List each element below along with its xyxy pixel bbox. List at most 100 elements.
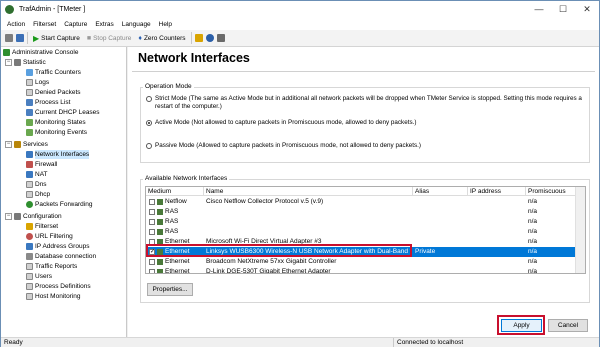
column-promiscuous[interactable]: Promiscuous [526, 187, 576, 196]
table-row[interactable]: Ethernet Broadcom NetXtreme 57xx Gigabit … [146, 257, 576, 267]
tree-item-firewall[interactable]: Firewall [26, 160, 57, 169]
table-row[interactable]: Netflow Cisco Netflow Collector Protocol … [146, 197, 576, 207]
tree-item-database-connection[interactable]: Database connection [26, 252, 96, 261]
interfaces-table: Medium Name Alias IP address Promiscuous… [145, 186, 586, 274]
cell-medium: Ethernet [165, 258, 190, 265]
interface-checkbox[interactable] [149, 229, 155, 235]
menu-filterset[interactable]: Filterset [33, 21, 56, 28]
menu-language[interactable]: Language [122, 21, 151, 28]
navigation-tree: Administrative Console − Statistic Traffi… [1, 47, 127, 337]
active-mode-radio[interactable] [146, 120, 152, 126]
info-icon[interactable] [216, 34, 225, 42]
console-icon[interactable] [5, 34, 13, 42]
tree-item-logs[interactable]: Logs [26, 78, 49, 87]
item-icon [26, 293, 33, 300]
tree-item-filterset[interactable]: Filterset [26, 222, 58, 231]
strict-mode-text-2: restart of the computer.) [155, 103, 222, 110]
menu-action[interactable]: Action [7, 21, 25, 28]
cancel-button[interactable]: Cancel [548, 319, 588, 332]
collapse-icon[interactable]: − [5, 141, 12, 148]
column-alias[interactable]: Alias [413, 187, 468, 196]
tree-item-dhcp-leases[interactable]: Current DHCP Leases [26, 108, 100, 117]
lock-icon[interactable] [194, 34, 203, 42]
tree-item-url-filtering[interactable]: URL Filtering [26, 232, 73, 241]
item-icon [26, 109, 33, 116]
item-icon [26, 69, 33, 76]
tree-item-dhcp[interactable]: Dhcp [26, 190, 50, 199]
cell-promiscuous: n/a [528, 238, 538, 245]
table-row[interactable]: Ethernet D-Link DGE-530T Gigabit Ethernet… [146, 267, 576, 274]
table-scrollbar[interactable] [575, 187, 585, 273]
tree-item-monitoring-events[interactable]: Monitoring Events [26, 128, 87, 137]
tree-item-ip-address-groups[interactable]: IP Address Groups [26, 242, 89, 251]
cell-promiscuous: n/a [528, 228, 538, 235]
menu-help[interactable]: Help [159, 21, 172, 28]
toolbar: ▶ Start Capture ■ Stop Capture ♦ Zero Co… [1, 30, 599, 47]
tree-item-users[interactable]: Users [26, 272, 52, 281]
tree-root[interactable]: Administrative Console [3, 48, 78, 57]
interface-checkbox[interactable] [149, 199, 155, 205]
cell-name: D-Link DGE-530T Gigabit Ethernet Adapter [206, 268, 331, 274]
maximize-button[interactable]: ☐ [551, 1, 575, 17]
toolbar-separator [27, 32, 28, 44]
interface-checkbox[interactable] [149, 219, 155, 225]
menu-extras[interactable]: Extras [95, 21, 113, 28]
tree-item-denied-packets[interactable]: Denied Packets [26, 88, 81, 97]
strict-mode-radio[interactable] [146, 96, 152, 102]
start-capture-label: Start Capture [41, 34, 80, 42]
tree-configuration[interactable]: − Configuration [5, 212, 62, 221]
interface-checkbox[interactable] [149, 269, 155, 273]
item-icon [26, 223, 33, 230]
cell-promiscuous: n/a [528, 258, 538, 265]
tree-item-process-definitions[interactable]: Process Definitions [26, 282, 91, 291]
tree-item-process-list[interactable]: Process List [26, 98, 70, 107]
network-icon [157, 199, 163, 205]
column-medium[interactable]: Medium [146, 187, 204, 196]
interface-checkbox[interactable] [149, 259, 155, 265]
tree-item-network-interfaces[interactable]: Network Interfaces [26, 150, 90, 159]
table-row[interactable]: RAS n/a [146, 207, 576, 217]
item-icon [26, 119, 33, 126]
cell-name: Cisco Netflow Collector Protocol v.5 (v.… [206, 198, 324, 205]
cell-promiscuous: n/a [528, 208, 538, 215]
toolbar-separator [190, 32, 192, 44]
tree-services[interactable]: − Services [5, 140, 48, 149]
globe-icon[interactable] [205, 34, 214, 42]
close-button[interactable]: ✕ [575, 1, 599, 17]
stop-capture-button[interactable]: ■ Stop Capture [85, 31, 134, 45]
services-icon [14, 141, 21, 148]
passive-mode-radio[interactable] [146, 143, 152, 149]
tree-item-nat[interactable]: NAT [26, 170, 48, 179]
cell-medium: Netflow [165, 198, 187, 205]
collapse-icon[interactable]: − [5, 59, 12, 66]
filter-icon[interactable] [16, 34, 24, 42]
item-icon [26, 191, 33, 198]
column-ip-address[interactable]: IP address [468, 187, 526, 196]
cell-medium: RAS [165, 218, 179, 225]
tree-item-traffic-reports[interactable]: Traffic Reports [26, 262, 77, 271]
interface-checkbox[interactable] [149, 209, 155, 215]
tree-statistic[interactable]: − Statistic [5, 58, 46, 67]
tree-item-monitoring-states[interactable]: Monitoring States [26, 118, 86, 127]
column-name[interactable]: Name [204, 187, 413, 196]
item-icon [26, 129, 33, 136]
item-icon [26, 283, 33, 290]
status-left: Ready [4, 339, 23, 346]
table-row[interactable]: RAS n/a [146, 227, 576, 237]
properties-button[interactable]: Properties... [147, 283, 193, 296]
cell-alias: Private [415, 248, 436, 255]
tree-item-host-monitoring[interactable]: Host Monitoring [26, 292, 81, 301]
collapse-icon[interactable]: − [5, 213, 12, 220]
tree-item-traffic-counters[interactable]: Traffic Counters [26, 68, 81, 77]
title-divider [132, 71, 595, 72]
tree-item-dns[interactable]: Dns [26, 180, 47, 189]
item-icon [26, 161, 33, 168]
start-capture-button[interactable]: ▶ Start Capture [31, 31, 82, 45]
zero-counters-button[interactable]: ♦ Zero Counters [136, 31, 187, 45]
minimize-button[interactable]: — [527, 1, 551, 17]
status-divider [393, 338, 394, 347]
table-row[interactable]: RAS n/a [146, 217, 576, 227]
menu-capture[interactable]: Capture [64, 21, 87, 28]
tree-item-packets-forwarding[interactable]: Packets Forwarding [26, 200, 92, 209]
configuration-icon [14, 213, 21, 220]
